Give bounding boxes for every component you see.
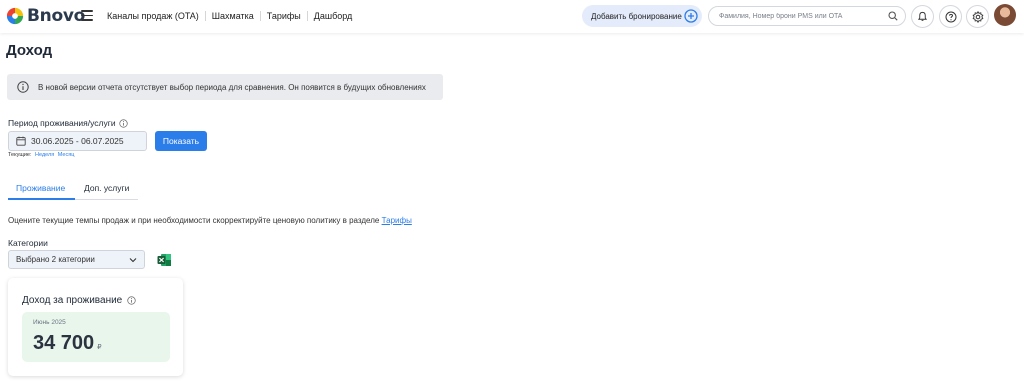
metric-period: Июнь 2025 [33,319,66,326]
metric-value-row: 34 700 ₽ [33,332,102,355]
logo[interactable]: Bnovo [6,6,85,26]
card-title-text: Доход за проживание [22,295,123,306]
tariffs-link[interactable]: Тарифы [382,216,412,225]
plus-circle-icon [684,9,698,23]
add-booking-button[interactable]: Добавить бронирование [582,5,702,27]
nav-item-tariffs[interactable]: Тарифы [259,11,307,21]
current-period-shortcuts: Текущие: Неделя Месяц [8,152,74,158]
help-icon [945,11,956,22]
page-title: Доход [6,42,53,59]
info-icon[interactable] [118,118,128,128]
top-bar: Bnovo Каналы продаж (OTA) Шахматка Тариф… [0,0,1024,33]
active-tab-indicator [8,198,75,200]
avatar[interactable] [994,4,1016,26]
categories-label: Категории [8,238,48,248]
bell-icon [917,11,928,21]
pricing-hint: Оцените текущие темпы продаж и при необх… [8,216,412,225]
card-title: Доход за проживание [22,295,136,306]
add-booking-label: Добавить бронирование [591,11,682,21]
search-icon[interactable] [888,11,898,21]
metric-value: 34 700 [33,332,95,354]
chevron-down-icon [129,258,137,263]
metric-currency: ₽ [97,344,102,351]
search-input[interactable] [719,12,879,20]
tab-accommodation[interactable]: Проживание [16,183,65,193]
gear-icon [972,10,983,23]
info-icon[interactable] [127,296,136,305]
nav-item-dashboard[interactable]: Дашборд [306,11,359,21]
notifications-button[interactable] [911,5,934,28]
hint-text: Оцените текущие темпы продаж и при необх… [8,216,380,225]
main-nav: Каналы продаж (OTA) Шахматка Тарифы Дашб… [107,11,358,21]
period-value: 30.06.2025 - 06.07.2025 [31,136,124,146]
notice-banner: В новой версии отчета отсутствует выбор … [7,74,443,100]
show-button[interactable]: Показать [155,131,207,151]
tab-extra-services[interactable]: Доп. услуги [84,183,129,193]
current-label: Текущие: [8,152,32,158]
search-box [708,6,906,26]
categories-selected: Выбрано 2 категории [16,255,95,264]
nav-item-ota[interactable]: Каналы продаж (OTA) [107,11,205,21]
export-excel-button[interactable] [154,250,174,269]
info-icon [17,81,29,93]
revenue-metric: Июнь 2025 34 700 ₽ [22,312,170,362]
brand-name: Bnovo [27,6,86,26]
help-button[interactable] [939,5,962,28]
quick-month-link[interactable]: Месяц [58,152,75,158]
accommodation-revenue-card: Доход за проживание Июнь 2025 34 700 ₽ [8,278,183,376]
categories-select[interactable]: Выбрано 2 категории [8,250,145,269]
excel-icon [157,253,171,266]
logo-icon [6,7,24,25]
notice-text: В новой версии отчета отсутствует выбор … [38,82,426,92]
menu-icon[interactable] [81,10,93,21]
settings-button[interactable] [966,5,989,28]
period-date-picker[interactable]: 30.06.2025 - 06.07.2025 [8,131,147,151]
report-tabs: Проживание Доп. услуги [8,176,138,200]
calendar-icon [16,136,26,146]
quick-week-link[interactable]: Неделя [35,152,54,158]
nav-item-chessboard[interactable]: Шахматка [204,11,260,21]
period-label-text: Период проживания/услуги [8,118,116,128]
period-label: Период проживания/услуги [8,118,128,128]
